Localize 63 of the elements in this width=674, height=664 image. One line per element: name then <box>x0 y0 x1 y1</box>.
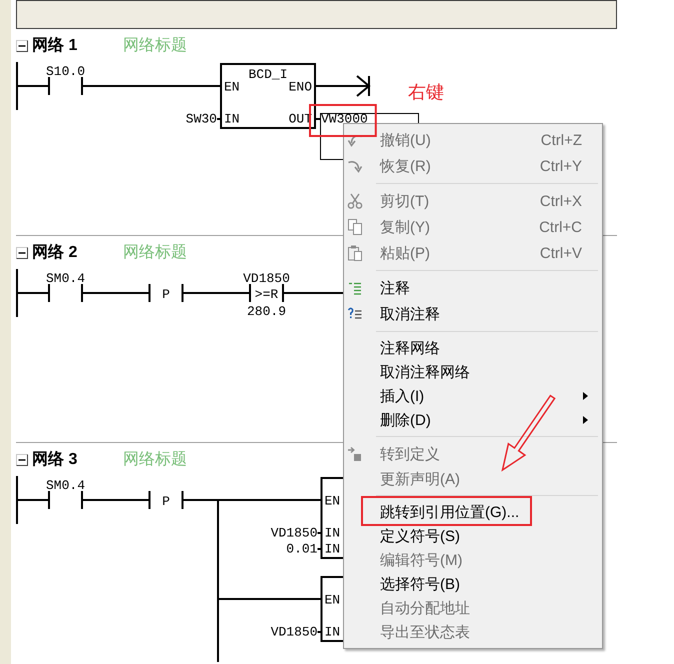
documents-icon <box>347 219 363 235</box>
curved-arrow-right-icon <box>347 158 363 174</box>
transition-contact: P <box>148 284 184 302</box>
menu-item[interactable]: 注释 <box>344 275 602 301</box>
clipboard-icon <box>347 245 363 261</box>
pin-label: IN <box>324 542 340 556</box>
wire <box>182 292 250 294</box>
block-title: BCD_I <box>248 67 288 82</box>
operand-label: SM0.4 <box>46 478 85 493</box>
menu-item[interactable]: 插入(I) <box>344 384 602 408</box>
menu-item[interactable]: 取消注释网络 <box>344 360 602 384</box>
operand-label: SW30 <box>186 112 217 126</box>
operand-label: VW3000 <box>321 112 368 126</box>
arrow-square-icon <box>347 446 363 462</box>
pin-label: IN <box>324 526 340 540</box>
wire <box>17 85 49 87</box>
contact-symbol <box>48 284 83 302</box>
comment-field[interactable] <box>16 0 617 29</box>
scissors-icon <box>347 193 363 209</box>
collapse-toggle[interactable] <box>16 40 28 52</box>
shortcut-label: Ctrl+Z <box>540 132 582 148</box>
menu-item[interactable]: 删除(D) <box>344 408 602 432</box>
pin-label: EN <box>324 494 340 508</box>
menu-item[interactable]: 注释网络 <box>344 336 602 360</box>
contact-symbol <box>48 77 83 95</box>
collapse-toggle[interactable] <box>16 247 28 259</box>
menu-item[interactable]: 定义符号(S) <box>344 524 602 548</box>
transition-contact: P <box>148 491 184 509</box>
operand-label: 0.01 <box>286 542 318 556</box>
wire <box>318 631 322 633</box>
operand-label: VD1850 <box>270 526 318 540</box>
annotation-label: 右键 <box>408 82 444 102</box>
pin-label: EN <box>324 592 340 608</box>
lines-icon <box>347 280 363 296</box>
network-label: 网络 1 <box>32 37 78 55</box>
pin-label: IN <box>324 624 340 640</box>
shortcut-label: Ctrl+C <box>539 218 582 236</box>
operand-label: SM0.4 <box>46 271 85 286</box>
wire <box>318 532 322 534</box>
wire <box>17 292 49 294</box>
collapse-toggle[interactable] <box>16 454 28 466</box>
pin-label: EN <box>224 80 240 94</box>
shortcut-label: Ctrl+X <box>540 192 582 210</box>
menu-item[interactable]: 跳转到引用位置(G)... <box>344 500 602 524</box>
menu-item[interactable]: 选择符号(B) <box>344 572 602 596</box>
wire <box>318 548 322 550</box>
operand-label: S10.0 <box>46 64 85 79</box>
compare-contact: >=R <box>249 284 284 302</box>
operand-label: VD1850 <box>243 271 290 286</box>
wire <box>82 499 150 501</box>
menu-item[interactable]: 取消注释 <box>344 301 602 327</box>
operand-label: 280.9 <box>247 304 286 319</box>
wire <box>217 118 221 120</box>
shortcut-label: Ctrl+Y <box>540 158 582 174</box>
contact-symbol <box>48 491 83 509</box>
wire <box>17 499 49 501</box>
pin-label: IN <box>224 112 240 126</box>
pin-label: ENO <box>288 80 312 94</box>
shortcut-label: Ctrl+V <box>540 244 582 262</box>
network-label: 网络 3 <box>32 451 78 469</box>
wire <box>82 292 150 294</box>
operand-label: VD1850 <box>270 624 318 640</box>
network-label: 网络 2 <box>32 244 78 262</box>
